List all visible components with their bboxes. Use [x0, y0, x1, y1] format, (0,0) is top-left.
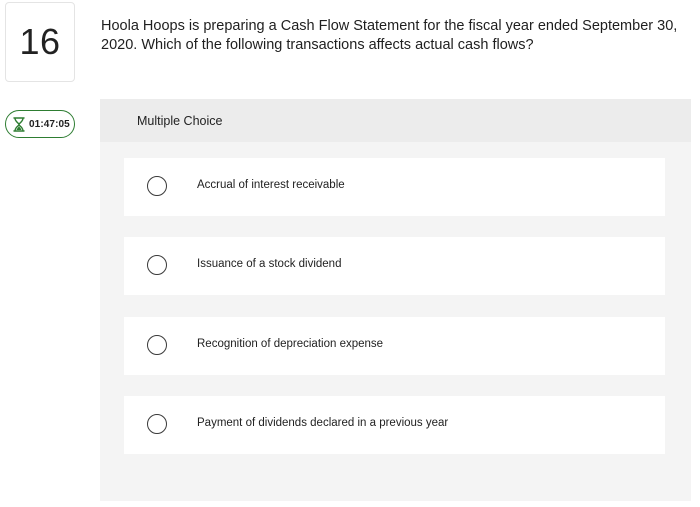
question-number-box: 16 — [5, 2, 75, 82]
radio-button[interactable] — [147, 335, 167, 355]
timer-badge[interactable]: 01:47:05 — [5, 110, 75, 138]
answer-option[interactable]: Accrual of interest receivable — [124, 158, 665, 216]
radio-button[interactable] — [147, 414, 167, 434]
radio-button[interactable] — [147, 176, 167, 196]
answer-option-label: Payment of dividends declared in a previ… — [197, 417, 449, 429]
answer-panel-header: Multiple Choice — [100, 99, 691, 142]
question-text: Hoola Hoops is preparing a Cash Flow Sta… — [101, 18, 678, 53]
answer-option[interactable]: Payment of dividends declared in a previ… — [124, 396, 665, 454]
answer-option-label: Accrual of interest receivable — [197, 179, 345, 191]
timer-value: 01:47:05 — [29, 118, 70, 130]
answer-option[interactable]: Recognition of depreciation expense — [124, 317, 665, 375]
answer-option-label: Recognition of depreciation expense — [197, 338, 384, 350]
answer-option[interactable]: Issuance of a stock dividend — [124, 237, 665, 295]
answer-option-label: Issuance of a stock dividend — [197, 258, 342, 270]
question-number: 16 — [19, 21, 61, 62]
radio-button[interactable] — [147, 255, 167, 275]
hourglass-icon — [13, 116, 25, 132]
answer-type-label: Multiple Choice — [137, 114, 223, 128]
answer-panel: Multiple Choice Accrual of interest rece… — [100, 99, 691, 501]
